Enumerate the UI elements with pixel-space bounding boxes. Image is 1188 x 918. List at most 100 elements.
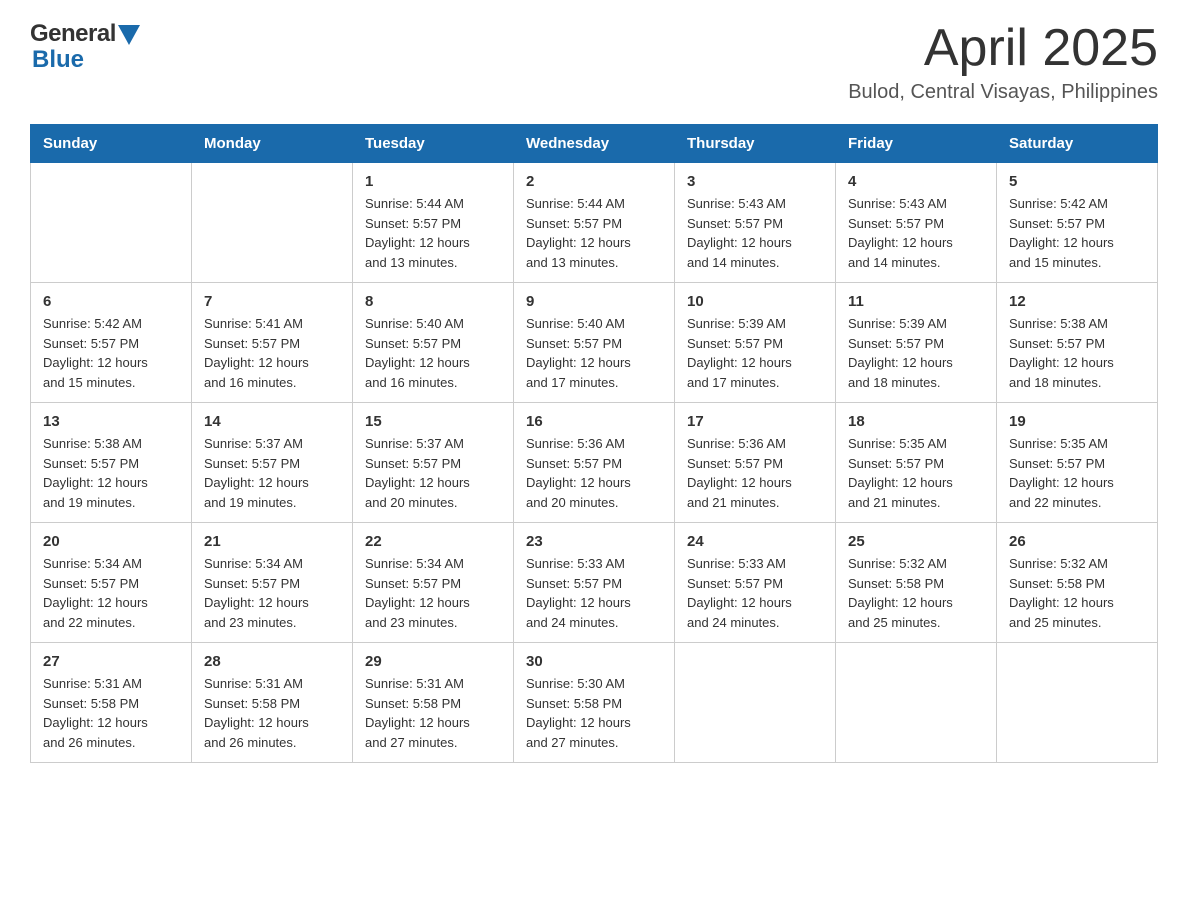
- calendar-cell: 18 Sunrise: 5:35 AMSunset: 5:57 PMDayligh…: [836, 403, 997, 523]
- calendar-cell: 28 Sunrise: 5:31 AMSunset: 5:58 PMDayligh…: [192, 643, 353, 763]
- calendar-cell: 25 Sunrise: 5:32 AMSunset: 5:58 PMDayligh…: [836, 523, 997, 643]
- calendar-cell: 6Sunrise: 5:42 AMSunset: 5:57 PMDaylight…: [31, 283, 192, 403]
- calendar-cell: 24 Sunrise: 5:33 AMSunset: 5:57 PMDayligh…: [675, 523, 836, 643]
- calendar-cell: 19 Sunrise: 5:35 AMSunset: 5:57 PMDayligh…: [997, 403, 1158, 523]
- day-number: 28: [204, 653, 340, 670]
- day-header-sunday: Sunday: [31, 125, 192, 163]
- calendar-cell: 9 Sunrise: 5:40 AMSunset: 5:57 PMDaylight…: [514, 283, 675, 403]
- calendar-header-row: SundayMondayTuesdayWednesdayThursdayFrid…: [31, 125, 1158, 163]
- day-info: Sunrise: 5:33 AMSunset: 5:57 PMDaylight:…: [526, 554, 662, 632]
- calendar-cell: 27 Sunrise: 5:31 AMSunset: 5:58 PMDayligh…: [31, 643, 192, 763]
- day-info: Sunrise: 5:40 AMSunset: 5:57 PMDaylight:…: [365, 314, 501, 392]
- day-info: Sunrise: 5:38 AMSunset: 5:57 PMDaylight:…: [1009, 314, 1145, 392]
- day-info: Sunrise: 5:39 AMSunset: 5:57 PMDaylight:…: [848, 314, 984, 392]
- calendar-cell: 13Sunrise: 5:38 AMSunset: 5:57 PMDayligh…: [31, 403, 192, 523]
- day-number: 12: [1009, 293, 1145, 310]
- calendar-week-row: 13Sunrise: 5:38 AMSunset: 5:57 PMDayligh…: [31, 403, 1158, 523]
- calendar-week-row: 6Sunrise: 5:42 AMSunset: 5:57 PMDaylight…: [31, 283, 1158, 403]
- day-info: Sunrise: 5:40 AMSunset: 5:57 PMDaylight:…: [526, 314, 662, 392]
- day-number: 20: [43, 533, 179, 550]
- calendar-cell: 15 Sunrise: 5:37 AMSunset: 5:57 PMDayligh…: [353, 403, 514, 523]
- calendar-cell: [997, 643, 1158, 763]
- day-info: Sunrise: 5:44 AMSunset: 5:57 PMDaylight:…: [526, 194, 662, 272]
- day-info: Sunrise: 5:36 AMSunset: 5:57 PMDaylight:…: [687, 434, 823, 512]
- calendar-title: April 2025: [848, 20, 1158, 77]
- calendar-cell: 2 Sunrise: 5:44 AMSunset: 5:57 PMDaylight…: [514, 163, 675, 283]
- logo: General Blue: [30, 20, 140, 74]
- calendar-cell: 23Sunrise: 5:33 AMSunset: 5:57 PMDayligh…: [514, 523, 675, 643]
- day-info: Sunrise: 5:36 AMSunset: 5:57 PMDaylight:…: [526, 434, 662, 512]
- day-number: 24: [687, 533, 823, 550]
- day-info: Sunrise: 5:30 AMSunset: 5:58 PMDaylight:…: [526, 674, 662, 752]
- day-info: Sunrise: 5:35 AMSunset: 5:57 PMDaylight:…: [848, 434, 984, 512]
- day-info: Sunrise: 5:43 AMSunset: 5:57 PMDaylight:…: [687, 194, 823, 272]
- day-number: 15: [365, 413, 501, 430]
- calendar-cell: 22 Sunrise: 5:34 AMSunset: 5:57 PMDayligh…: [353, 523, 514, 643]
- calendar-cell: 4 Sunrise: 5:43 AMSunset: 5:57 PMDaylight…: [836, 163, 997, 283]
- title-block: April 2025 Bulod, Central Visayas, Phili…: [848, 20, 1158, 104]
- day-info: Sunrise: 5:43 AMSunset: 5:57 PMDaylight:…: [848, 194, 984, 272]
- calendar-cell: 29Sunrise: 5:31 AMSunset: 5:58 PMDayligh…: [353, 643, 514, 763]
- calendar-cell: 7 Sunrise: 5:41 AMSunset: 5:57 PMDaylight…: [192, 283, 353, 403]
- calendar-cell: 16 Sunrise: 5:36 AMSunset: 5:57 PMDayligh…: [514, 403, 675, 523]
- calendar-cell: 21Sunrise: 5:34 AMSunset: 5:57 PMDayligh…: [192, 523, 353, 643]
- day-info: Sunrise: 5:33 AMSunset: 5:57 PMDaylight:…: [687, 554, 823, 632]
- page-header: General Blue April 2025 Bulod, Central V…: [30, 20, 1158, 104]
- calendar-cell: 8 Sunrise: 5:40 AMSunset: 5:57 PMDaylight…: [353, 283, 514, 403]
- day-number: 30: [526, 653, 662, 670]
- calendar-cell: 26Sunrise: 5:32 AMSunset: 5:58 PMDayligh…: [997, 523, 1158, 643]
- day-header-saturday: Saturday: [997, 125, 1158, 163]
- calendar-cell: 11Sunrise: 5:39 AMSunset: 5:57 PMDayligh…: [836, 283, 997, 403]
- day-info: Sunrise: 5:31 AMSunset: 5:58 PMDaylight:…: [43, 674, 179, 752]
- day-info: Sunrise: 5:34 AMSunset: 5:57 PMDaylight:…: [365, 554, 501, 632]
- calendar-week-row: 27 Sunrise: 5:31 AMSunset: 5:58 PMDayligh…: [31, 643, 1158, 763]
- calendar-cell: [192, 163, 353, 283]
- day-number: 8: [365, 293, 501, 310]
- day-header-friday: Friday: [836, 125, 997, 163]
- day-number: 2: [526, 173, 662, 190]
- day-header-monday: Monday: [192, 125, 353, 163]
- calendar-cell: 12 Sunrise: 5:38 AMSunset: 5:57 PMDayligh…: [997, 283, 1158, 403]
- day-info: Sunrise: 5:31 AMSunset: 5:58 PMDaylight:…: [204, 674, 340, 752]
- day-number: 10: [687, 293, 823, 310]
- calendar-cell: 14Sunrise: 5:37 AMSunset: 5:57 PMDayligh…: [192, 403, 353, 523]
- day-number: 6: [43, 293, 179, 310]
- day-header-thursday: Thursday: [675, 125, 836, 163]
- logo-triangle-icon: [118, 25, 140, 45]
- day-number: 9: [526, 293, 662, 310]
- day-number: 7: [204, 293, 340, 310]
- day-number: 27: [43, 653, 179, 670]
- calendar-subtitle: Bulod, Central Visayas, Philippines: [848, 81, 1158, 104]
- day-info: Sunrise: 5:37 AMSunset: 5:57 PMDaylight:…: [365, 434, 501, 512]
- calendar-cell: 30 Sunrise: 5:30 AMSunset: 5:58 PMDayligh…: [514, 643, 675, 763]
- day-number: 3: [687, 173, 823, 190]
- day-number: 1: [365, 173, 501, 190]
- day-info: Sunrise: 5:31 AMSunset: 5:58 PMDaylight:…: [365, 674, 501, 752]
- day-number: 16: [526, 413, 662, 430]
- day-info: Sunrise: 5:34 AMSunset: 5:57 PMDaylight:…: [204, 554, 340, 632]
- day-number: 26: [1009, 533, 1145, 550]
- day-header-tuesday: Tuesday: [353, 125, 514, 163]
- day-number: 18: [848, 413, 984, 430]
- day-info: Sunrise: 5:41 AMSunset: 5:57 PMDaylight:…: [204, 314, 340, 392]
- day-info: Sunrise: 5:35 AMSunset: 5:57 PMDaylight:…: [1009, 434, 1145, 512]
- day-number: 13: [43, 413, 179, 430]
- logo-blue-text: Blue: [32, 46, 84, 74]
- calendar-cell: 20 Sunrise: 5:34 AMSunset: 5:57 PMDayligh…: [31, 523, 192, 643]
- day-info: Sunrise: 5:32 AMSunset: 5:58 PMDaylight:…: [848, 554, 984, 632]
- day-number: 22: [365, 533, 501, 550]
- day-header-wednesday: Wednesday: [514, 125, 675, 163]
- day-info: Sunrise: 5:34 AMSunset: 5:57 PMDaylight:…: [43, 554, 179, 632]
- day-number: 25: [848, 533, 984, 550]
- calendar-week-row: 1 Sunrise: 5:44 AMSunset: 5:57 PMDaylight…: [31, 163, 1158, 283]
- day-info: Sunrise: 5:42 AMSunset: 5:57 PMDaylight:…: [1009, 194, 1145, 272]
- day-number: 5: [1009, 173, 1145, 190]
- calendar-cell: 3 Sunrise: 5:43 AMSunset: 5:57 PMDaylight…: [675, 163, 836, 283]
- day-number: 19: [1009, 413, 1145, 430]
- day-info: Sunrise: 5:39 AMSunset: 5:57 PMDaylight:…: [687, 314, 823, 392]
- logo-general-text: General: [30, 20, 116, 48]
- day-number: 4: [848, 173, 984, 190]
- day-number: 17: [687, 413, 823, 430]
- day-info: Sunrise: 5:44 AMSunset: 5:57 PMDaylight:…: [365, 194, 501, 272]
- calendar-cell: 5 Sunrise: 5:42 AMSunset: 5:57 PMDaylight…: [997, 163, 1158, 283]
